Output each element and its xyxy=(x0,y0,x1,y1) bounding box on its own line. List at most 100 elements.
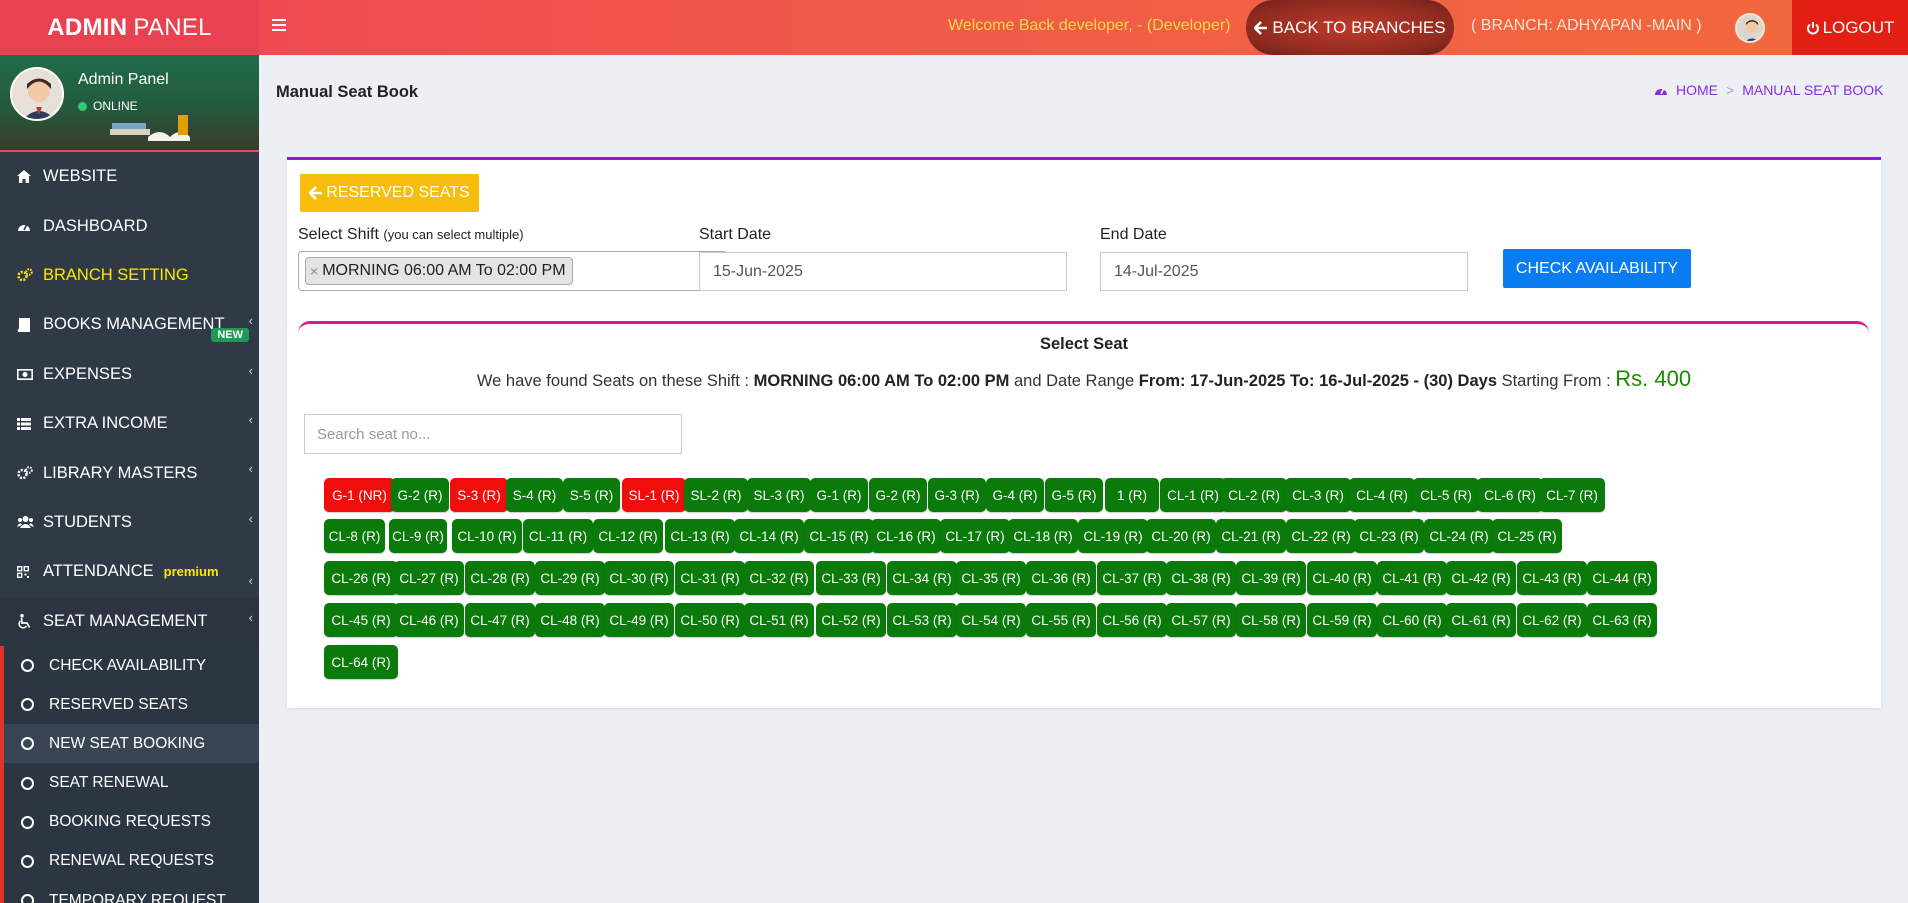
seat-button[interactable]: CL-49 (R) xyxy=(604,603,674,637)
seat-button[interactable]: CL-7 (R) xyxy=(1539,478,1605,512)
seat-button[interactable]: S-4 (R) xyxy=(506,478,563,512)
sidebar-item-branch-setting[interactable]: BRANCH SETTING xyxy=(0,251,259,300)
seat-button[interactable]: CL-37 (R) xyxy=(1097,561,1167,595)
seat-button[interactable]: CL-5 (R) xyxy=(1413,478,1479,512)
submenu-item-check-availability[interactable]: CHECK AVAILABILITY xyxy=(0,645,259,686)
seat-button[interactable]: CL-18 (R) xyxy=(1008,519,1078,553)
seat-button[interactable]: CL-41 (R) xyxy=(1377,561,1447,595)
submenu-item-new-seat-booking[interactable]: NEW SEAT BOOKING xyxy=(0,724,259,764)
seat-button[interactable]: CL-16 (R) xyxy=(871,519,941,553)
seat-button[interactable]: CL-13 (R) xyxy=(665,519,735,553)
seat-button[interactable]: CL-15 (R) xyxy=(804,519,874,553)
seat-button[interactable]: G-4 (R) xyxy=(986,478,1044,512)
seat-button[interactable]: CL-48 (R) xyxy=(535,603,605,637)
seat-button[interactable]: CL-50 (R) xyxy=(675,603,745,637)
seat-button[interactable]: CL-27 (R) xyxy=(394,561,464,595)
seat-button[interactable]: CL-32 (R) xyxy=(744,561,814,595)
seat-button[interactable]: CL-62 (R) xyxy=(1517,603,1587,637)
seat-button[interactable]: SL-2 (R) xyxy=(684,478,748,512)
shift-multiselect[interactable]: × MORNING 06:00 AM To 02:00 PM xyxy=(298,251,728,291)
seat-button[interactable]: G-2 (R) xyxy=(391,478,449,512)
sidebar-item-students[interactable]: STUDENTS ‹ xyxy=(0,498,259,547)
seat-button[interactable]: CL-36 (R) xyxy=(1026,561,1096,595)
reserved-seats-button[interactable]: RESERVED SEATS xyxy=(300,174,479,212)
seat-button[interactable]: G-1 (NR) xyxy=(324,478,395,512)
seat-button[interactable]: CL-54 (R) xyxy=(956,603,1026,637)
seat-button[interactable]: CL-12 (R) xyxy=(593,519,663,553)
seat-button[interactable]: CL-1 (R) xyxy=(1160,478,1226,512)
seat-button[interactable]: CL-24 (R) xyxy=(1424,519,1494,553)
sidebar-item-library-masters[interactable]: LIBRARY MASTERS ‹ xyxy=(0,448,259,497)
sidebar-item-dashboard[interactable]: DASHBOARD xyxy=(0,201,259,250)
seat-button[interactable]: G-1 (R) xyxy=(810,478,868,512)
seat-button[interactable]: CL-34 (R) xyxy=(887,561,957,595)
sidebar-item-extra-income[interactable]: EXTRA INCOME ‹ xyxy=(0,399,259,448)
seat-search-input[interactable]: Search seat no... xyxy=(304,414,682,454)
seat-button[interactable]: CL-38 (R) xyxy=(1166,561,1236,595)
seat-button[interactable]: CL-35 (R) xyxy=(956,561,1026,595)
logout-button[interactable]: LOGOUT xyxy=(1792,0,1908,55)
app-logo[interactable]: ADMIN PANEL xyxy=(0,0,259,55)
seat-button[interactable]: CL-20 (R) xyxy=(1146,519,1216,553)
seat-button[interactable]: CL-8 (R) xyxy=(324,519,385,553)
sidebar-item-books-management[interactable]: BOOKS MANAGEMENT ‹ NEW xyxy=(0,300,259,349)
seat-button[interactable]: CL-51 (R) xyxy=(744,603,814,637)
seat-button[interactable]: CL-30 (R) xyxy=(604,561,674,595)
seat-button[interactable]: CL-6 (R) xyxy=(1477,478,1543,512)
seat-button[interactable]: CL-52 (R) xyxy=(816,603,886,637)
back-to-branches-button[interactable]: BACK TO BRANCHES xyxy=(1246,0,1454,55)
seat-button[interactable]: CL-9 (R) xyxy=(389,519,447,553)
seat-button[interactable]: CL-64 (R) xyxy=(324,645,398,679)
seat-button[interactable]: CL-26 (R) xyxy=(324,561,398,595)
seat-button[interactable]: G-5 (R) xyxy=(1045,478,1103,512)
seat-button[interactable]: CL-4 (R) xyxy=(1349,478,1415,512)
user-avatar[interactable] xyxy=(1735,13,1765,43)
seat-button[interactable]: CL-10 (R) xyxy=(452,519,522,553)
submenu-item-temporary-request[interactable]: TEMPORARY REQUEST xyxy=(0,881,259,903)
submenu-item-booking-requests[interactable]: BOOKING REQUESTS xyxy=(0,802,259,842)
submenu-item-reserved-seats[interactable]: RESERVED SEATS xyxy=(0,685,259,725)
seat-button[interactable]: CL-25 (R) xyxy=(1492,519,1562,553)
seat-button[interactable]: CL-42 (R) xyxy=(1446,561,1516,595)
seat-button[interactable]: S-5 (R) xyxy=(563,478,620,512)
submenu-item-seat-renewal[interactable]: SEAT RENEWAL xyxy=(0,763,259,803)
seat-button[interactable]: SL-1 (R) xyxy=(622,478,686,512)
seat-button[interactable]: CL-60 (R) xyxy=(1377,603,1447,637)
seat-button[interactable]: CL-63 (R) xyxy=(1587,603,1657,637)
seat-button[interactable]: CL-11 (R) xyxy=(523,519,593,553)
seat-button[interactable]: CL-44 (R) xyxy=(1587,561,1657,595)
seat-button[interactable]: CL-55 (R) xyxy=(1026,603,1096,637)
seat-button[interactable]: CL-61 (R) xyxy=(1446,603,1516,637)
seat-button[interactable]: CL-23 (R) xyxy=(1354,519,1424,553)
seat-button[interactable]: CL-53 (R) xyxy=(887,603,957,637)
seat-button[interactable]: CL-47 (R) xyxy=(465,603,535,637)
seat-button[interactable]: CL-14 (R) xyxy=(734,519,804,553)
seat-button[interactable]: CL-56 (R) xyxy=(1097,603,1167,637)
seat-button[interactable]: G-3 (R) xyxy=(928,478,986,512)
seat-button[interactable]: CL-3 (R) xyxy=(1285,478,1351,512)
remove-chip-icon[interactable]: × xyxy=(310,263,318,279)
seat-button[interactable]: CL-21 (R) xyxy=(1216,519,1286,553)
seat-button[interactable]: CL-46 (R) xyxy=(394,603,464,637)
seat-button[interactable]: CL-29 (R) xyxy=(535,561,605,595)
seat-button[interactable]: CL-17 (R) xyxy=(940,519,1010,553)
seat-button[interactable]: CL-59 (R) xyxy=(1307,603,1377,637)
seat-button[interactable]: S-3 (R) xyxy=(450,478,508,512)
seat-button[interactable]: CL-2 (R) xyxy=(1221,478,1287,512)
start-date-field[interactable]: 15-Jun-2025 xyxy=(699,252,1067,291)
sidebar-item-attendance[interactable]: ATTENDANCE premium ‹ xyxy=(0,547,259,596)
seat-button[interactable]: CL-31 (R) xyxy=(675,561,745,595)
seat-button[interactable]: CL-19 (R) xyxy=(1078,519,1148,553)
seat-button[interactable]: CL-33 (R) xyxy=(816,561,886,595)
seat-button[interactable]: CL-43 (R) xyxy=(1517,561,1587,595)
breadcrumb-home[interactable]: HOME xyxy=(1676,82,1718,98)
seat-button[interactable]: SL-3 (R) xyxy=(747,478,811,512)
sidebar-item-seat-management[interactable]: SEAT MANAGEMENT ‹ xyxy=(0,596,259,646)
seat-button[interactable]: CL-40 (R) xyxy=(1307,561,1377,595)
seat-button[interactable]: CL-22 (R) xyxy=(1286,519,1356,553)
check-availability-button[interactable]: CHECK AVAILABILITY xyxy=(1503,249,1691,288)
seat-button[interactable]: CL-28 (R) xyxy=(465,561,535,595)
seat-button[interactable]: CL-58 (R) xyxy=(1236,603,1306,637)
end-date-field[interactable]: 14-Jul-2025 xyxy=(1100,252,1468,291)
sidebar-item-expenses[interactable]: EXPENSES ‹ xyxy=(0,350,259,399)
